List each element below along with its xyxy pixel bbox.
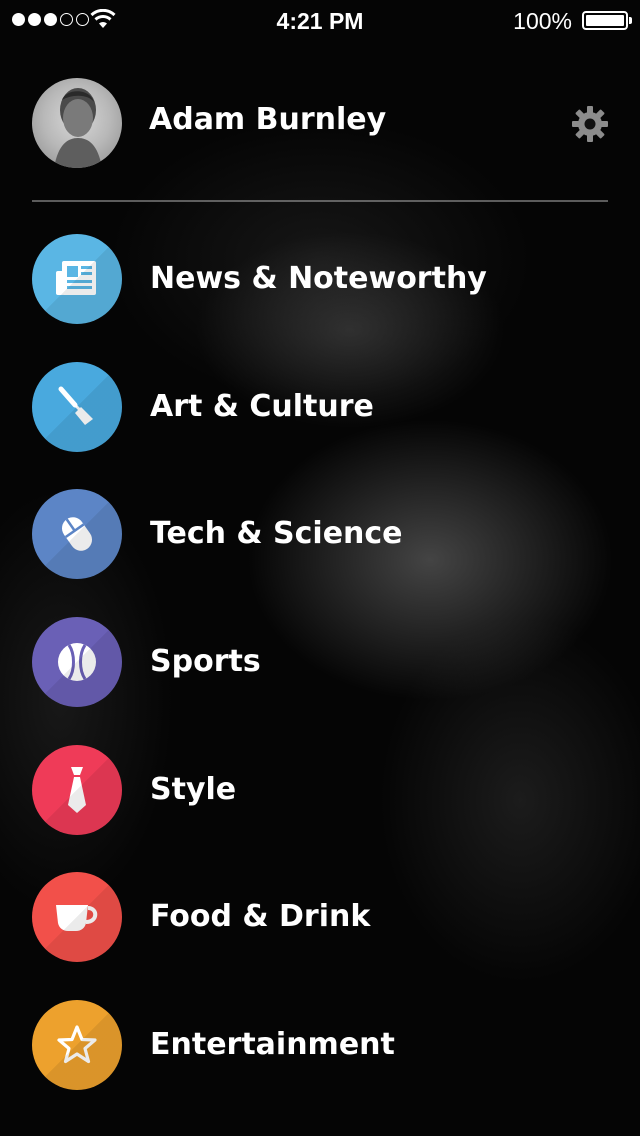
menu-item-label: News & Noteworthy	[150, 261, 487, 296]
menu-item-label: Sports	[150, 644, 261, 680]
battery-icon	[582, 11, 632, 30]
paintbrush-icon	[32, 361, 122, 452]
menu-item-label: Art & Culture	[150, 388, 374, 424]
battery-percent: 100%	[513, 8, 572, 34]
cup-icon	[32, 872, 122, 963]
baseball-icon	[32, 617, 122, 708]
newspaper-icon	[32, 234, 122, 324]
gear-icon[interactable]	[570, 104, 610, 144]
star-icon	[32, 1000, 122, 1091]
status-bar: 4:21 PM 100%	[0, 0, 640, 40]
profile-header: Adam Burnley	[32, 78, 610, 170]
menu-item-label: Food & Drink	[150, 899, 371, 935]
menu-item-art[interactable]: Art & Culture	[32, 361, 608, 452]
avatar[interactable]	[32, 78, 122, 168]
menu-item-news[interactable]: News & Noteworthy	[32, 234, 608, 324]
mouse-icon	[32, 489, 122, 580]
menu-item-entertainment[interactable]: Entertainment	[32, 1000, 608, 1091]
necktie-icon	[32, 744, 122, 835]
divider	[32, 200, 608, 202]
menu-item-sports[interactable]: Sports	[32, 617, 608, 708]
menu-item-label: Entertainment	[150, 1027, 395, 1063]
menu-item-food[interactable]: Food & Drink	[32, 872, 608, 963]
menu-item-label: Style	[150, 771, 237, 807]
category-menu: News & Noteworthy Art & Culture Tech & S…	[32, 234, 608, 1128]
avatar-portrait-icon	[54, 88, 102, 168]
menu-item-label: Tech & Science	[150, 516, 403, 552]
profile-name[interactable]: Adam Burnley	[149, 102, 386, 137]
menu-item-style[interactable]: Style	[32, 744, 608, 835]
menu-item-tech[interactable]: Tech & Science	[32, 489, 608, 580]
